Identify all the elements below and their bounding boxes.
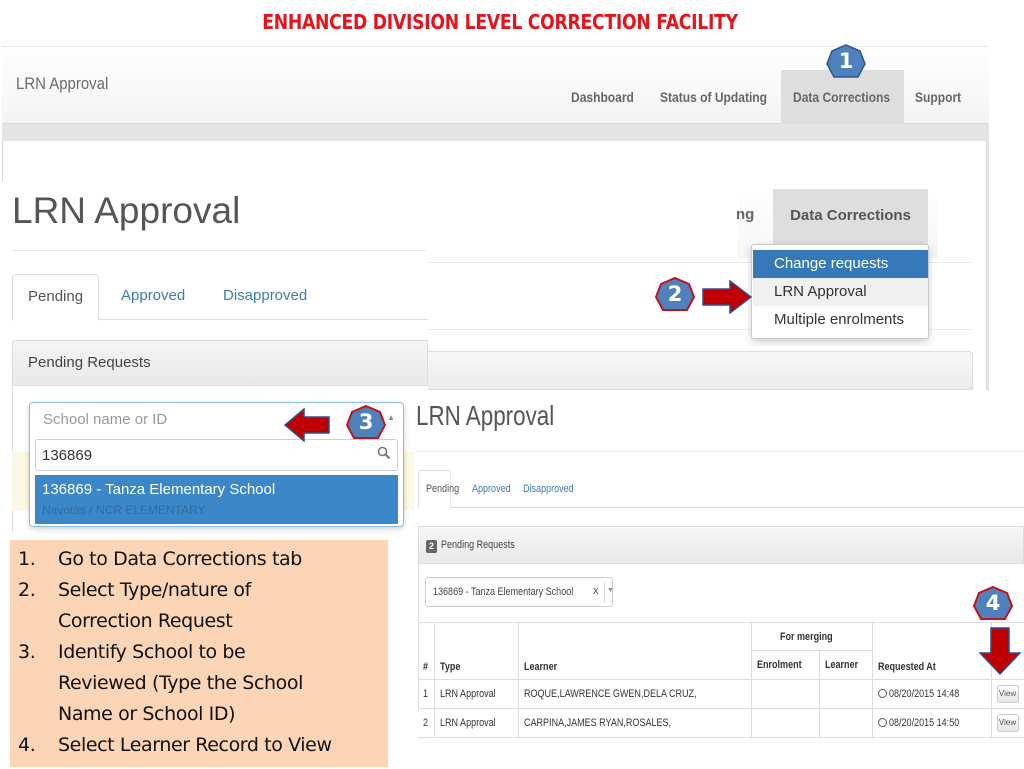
school-select[interactable]: 136869 - Tanza Elementary School x ▼ xyxy=(425,577,614,607)
cell-learner: CARPINA,JAMES RYAN,ROSALES, xyxy=(517,708,752,738)
col-header-requested-at: Requested At xyxy=(872,622,992,680)
search-icon xyxy=(377,446,391,465)
tab-pending[interactable]: Pending xyxy=(12,274,100,321)
cell-enrolment xyxy=(750,679,820,709)
nav-partial-label: ng xyxy=(736,206,755,223)
nav-status-of-updating[interactable]: Status of Updating xyxy=(660,70,767,124)
step-marker-2: 2 xyxy=(654,277,696,315)
cell-action: View xyxy=(990,679,1024,709)
caret-down-icon[interactable]: ▼ xyxy=(607,587,614,594)
result-subtitle: Navotas / NCR ELEMENTARY xyxy=(42,503,206,517)
instructions-list: 1. Go to Data Corrections tab 2. Select Ty… xyxy=(10,540,388,761)
school-search-result[interactable]: 136869 - Tanza Elementary School Navotas… xyxy=(35,475,398,524)
cell-merge-learner xyxy=(818,708,874,738)
requests-table: # Type Learner For merging Requested At … xyxy=(418,622,1024,738)
cell-num: 2 xyxy=(418,708,436,738)
col-header-type: Type xyxy=(434,622,519,680)
clock-icon xyxy=(878,689,888,698)
instruction-item: 1. Go to Data Corrections tab xyxy=(18,548,302,570)
menu-item-multiple-enrolments[interactable]: Multiple enrolments xyxy=(753,306,928,334)
instruction-item: Correction Request xyxy=(58,610,233,632)
nav-dashboard[interactable]: Dashboard xyxy=(571,70,634,124)
instruction-item: Name or School ID) xyxy=(58,703,236,725)
instructions-box: 1. Go to Data Corrections tab 2. Select Ty… xyxy=(10,540,388,767)
cell-action: View xyxy=(990,708,1024,738)
clock-icon xyxy=(878,718,888,727)
instruction-item: 3. Identify School to be xyxy=(18,641,246,663)
table-row: 2 LRN Approval CARPINA,JAMES RYAN,ROSALE… xyxy=(418,708,1024,738)
school-search-input[interactable] xyxy=(35,439,398,471)
col-header-merge-learner: Learner xyxy=(818,650,874,680)
tab-bar: Pending Approved Disapproved xyxy=(418,470,1024,509)
step-marker-3: 3 xyxy=(345,405,387,443)
cell-requested-at: 08/20/2015 14:50 xyxy=(872,708,992,738)
nav-data-corrections-zoomed[interactable]: Data Corrections xyxy=(773,189,928,245)
col-header-num: # xyxy=(418,622,436,680)
pending-requests-panel-heading: 2 Pending Requests xyxy=(418,526,1024,564)
pending-requests-panel-heading: Pending Requests xyxy=(12,340,428,386)
arrow-left-icon xyxy=(284,408,330,442)
panel-title: Pending Requests xyxy=(441,539,515,551)
caret-up-icon[interactable]: ▲ xyxy=(387,413,395,422)
result-title: 136869 - Tanza Elementary School xyxy=(42,481,276,498)
page-title: LRN Approval xyxy=(416,400,555,431)
instruction-item: Reviewed (Type the School xyxy=(58,672,303,694)
col-header-enrolment: Enrolment xyxy=(750,650,820,680)
divider xyxy=(416,451,1024,452)
arrow-down-icon xyxy=(979,627,1021,675)
lrn-approval-result-screenshot: LRN Approval Pending Approved Disapprove… xyxy=(414,390,1024,738)
school-select-placeholder[interactable]: School name or ID xyxy=(43,411,167,428)
tab-disapproved[interactable]: Disapproved xyxy=(223,274,307,320)
tab-disapproved[interactable]: Disapproved xyxy=(523,470,574,508)
tab-pending[interactable]: Pending xyxy=(426,470,459,508)
panel-heading-fragment xyxy=(428,351,973,390)
slide-title: ENHANCED DIVISION LEVEL CORRECTION FACIL… xyxy=(262,10,738,34)
tab-bar: Pending Approved Disapproved xyxy=(12,274,428,321)
separator xyxy=(604,582,605,603)
nav-support[interactable]: Support xyxy=(915,70,961,124)
navbar-brand[interactable]: LRN Approval xyxy=(16,74,108,94)
cell-merge-learner xyxy=(818,679,874,709)
clear-selection-icon[interactable]: x xyxy=(593,585,599,597)
cell-requested-at: 08/20/2015 14:48 xyxy=(872,679,992,709)
step-marker-1: 1 xyxy=(825,44,867,82)
cell-num: 1 xyxy=(418,679,436,709)
cell-enrolment xyxy=(750,708,820,738)
step-marker-4: 4 xyxy=(972,586,1014,624)
view-button[interactable]: View xyxy=(996,714,1019,732)
tab-approved[interactable]: Approved xyxy=(121,274,185,320)
arrow-right-icon xyxy=(702,280,752,314)
cell-type: LRN Approval xyxy=(434,708,519,738)
cell-type: LRN Approval xyxy=(434,679,519,709)
menu-item-change-requests[interactable]: Change requests xyxy=(753,250,928,278)
instruction-item: 2. Select Type/nature of xyxy=(18,579,251,601)
view-button[interactable]: View xyxy=(996,685,1019,703)
col-header-learner: Learner xyxy=(517,622,752,680)
tab-approved[interactable]: Approved xyxy=(472,470,511,508)
page-title: LRN Approval xyxy=(12,190,241,231)
col-header-for-merging: For merging xyxy=(750,622,874,651)
divider xyxy=(12,250,426,251)
table-header-row: # Type Learner For merging Requested At xyxy=(418,622,1024,680)
cell-learner: ROQUE,LAWRENCE GWEN,DELA CRUZ, xyxy=(517,679,752,709)
pending-count-badge: 2 xyxy=(426,540,437,553)
table-row: 1 LRN Approval ROQUE,LAWRENCE GWEN,DELA … xyxy=(418,679,1024,709)
menu-item-lrn-approval[interactable]: LRN Approval xyxy=(753,278,928,306)
data-corrections-menu: Change requests LRN Approval Multiple en… xyxy=(751,244,929,339)
selected-school: 136869 - Tanza Elementary School xyxy=(433,586,574,598)
panel-title: Pending Requests xyxy=(28,354,151,371)
instruction-item: 4. Select Learner Record to View xyxy=(18,734,332,756)
